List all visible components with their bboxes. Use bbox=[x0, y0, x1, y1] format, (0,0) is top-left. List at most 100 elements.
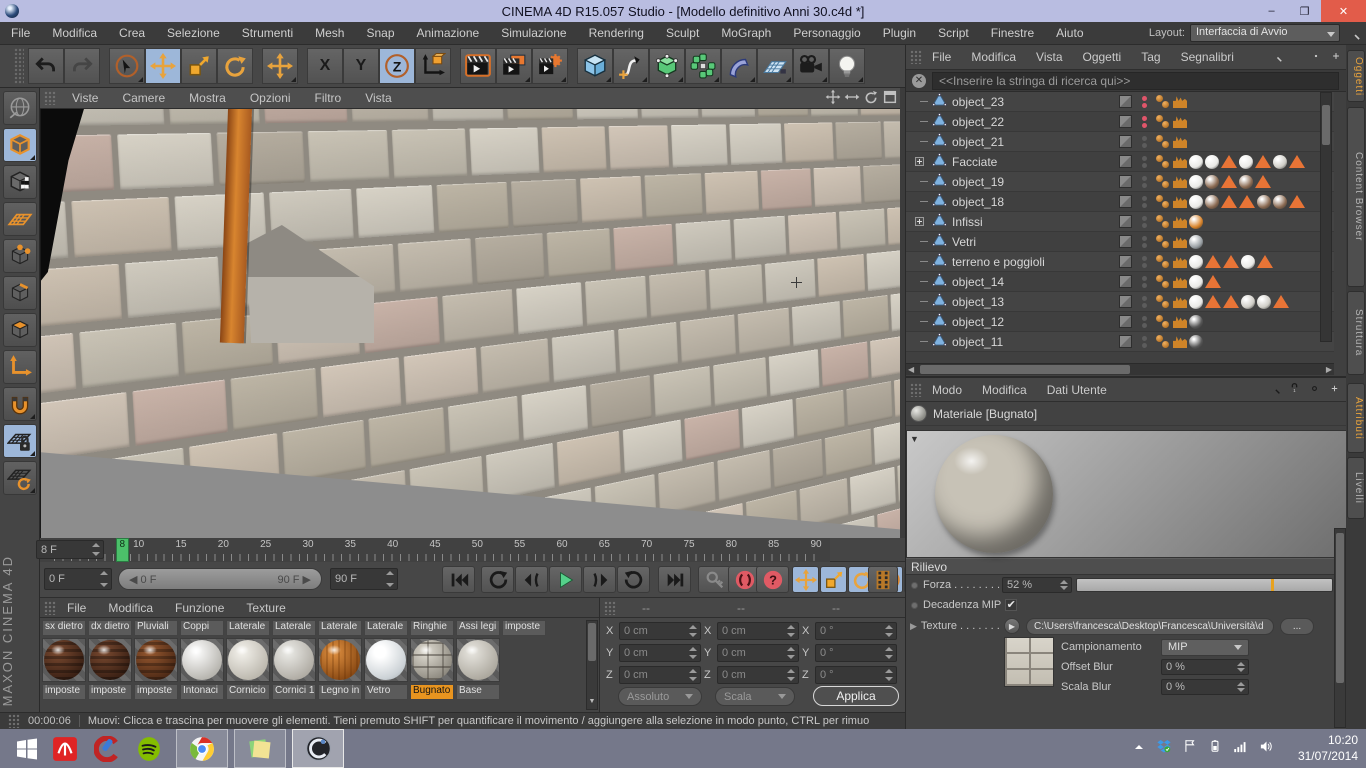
add-spline-button[interactable] bbox=[613, 48, 649, 84]
selection-tag-icon[interactable] bbox=[1221, 195, 1237, 208]
visibility-dots-icon[interactable] bbox=[1142, 116, 1147, 128]
campionamento-dropdown[interactable]: MIP bbox=[1161, 639, 1249, 656]
model-mode-button[interactable] bbox=[3, 128, 37, 162]
play-backwards-button[interactable] bbox=[481, 566, 514, 593]
expand-triangle-icon[interactable]: ▶ bbox=[910, 621, 917, 632]
search-icon[interactable]: circle cx="10" cy="10" r="6" fill="none"… bbox=[1346, 26, 1361, 46]
taskbar-cinema4d-button[interactable] bbox=[292, 729, 344, 768]
object-menu-oggetti[interactable]: Oggetti bbox=[1073, 50, 1132, 64]
preview-range-slider[interactable]: ◀ 0 F90 F ▶ bbox=[118, 568, 322, 590]
scala-blur-field[interactable]: 0 % bbox=[1161, 679, 1249, 695]
menu-simulazione[interactable]: Simulazione bbox=[490, 22, 577, 45]
visibility-dots-icon[interactable] bbox=[1142, 156, 1147, 168]
rotate-button[interactable] bbox=[217, 48, 253, 84]
object-row[interactable]: object_21 bbox=[906, 132, 1334, 152]
scale-button[interactable] bbox=[181, 48, 217, 84]
uvw-tag-icon[interactable] bbox=[1173, 315, 1187, 328]
viewport-menu-viste[interactable]: Viste bbox=[60, 91, 110, 105]
uvw-tag-icon[interactable] bbox=[1173, 335, 1187, 348]
selection-tag-icon[interactable] bbox=[1205, 295, 1221, 308]
add-panel-icon[interactable]: rect x="3" y="3" width="18" height="18" … bbox=[1328, 382, 1341, 400]
selection-tag-icon[interactable] bbox=[1257, 255, 1273, 268]
forza-field[interactable]: 52 % bbox=[1002, 577, 1072, 593]
uvw-tag-icon[interactable] bbox=[1173, 295, 1187, 308]
selection-tag-icon[interactable] bbox=[1239, 195, 1255, 208]
texture-path-field[interactable]: C:\Users\francesca\Desktop\Francesca\Uni… bbox=[1026, 618, 1274, 635]
close-button[interactable]: ✕ bbox=[1321, 0, 1366, 22]
object-row[interactable]: object_14 bbox=[906, 272, 1334, 292]
toolbar-grip[interactable] bbox=[14, 48, 24, 84]
layer-box-icon[interactable] bbox=[1119, 95, 1132, 108]
layer-box-icon[interactable] bbox=[1119, 175, 1132, 188]
taskbar-chrome-button[interactable] bbox=[176, 729, 228, 768]
scale-y-field[interactable]: 0 cm bbox=[717, 644, 799, 662]
layer-box-icon[interactable] bbox=[1119, 235, 1132, 248]
phong-tag-icon[interactable] bbox=[1156, 95, 1171, 109]
viewport-menu-mostra[interactable]: Mostra bbox=[177, 91, 238, 105]
align-workplane-button[interactable] bbox=[3, 461, 37, 495]
viewport-menu-vista[interactable]: Vista bbox=[353, 91, 403, 105]
menu-crea[interactable]: Crea bbox=[108, 22, 156, 45]
object-menu-segnalibri[interactable]: Segnalibri bbox=[1171, 50, 1244, 64]
phong-tag-icon[interactable] bbox=[1156, 335, 1171, 349]
spinner-arrows-icon[interactable] bbox=[885, 625, 893, 637]
selection-tag-icon[interactable] bbox=[1289, 155, 1305, 168]
layout-dropdown[interactable]: Interfaccia di Avvio bbox=[1190, 24, 1340, 42]
home-icon[interactable]: path d="M12 3L3 11h3v9h12v-9h3z" fill="n… bbox=[1289, 49, 1303, 68]
phong-tag-icon[interactable] bbox=[1156, 235, 1171, 249]
menu-file[interactable]: File bbox=[0, 22, 41, 45]
current-frame-field[interactable]: 8 F bbox=[36, 540, 104, 559]
add-generator-button[interactable] bbox=[649, 48, 685, 84]
toggle-view-icon[interactable] bbox=[882, 89, 898, 105]
position-x-field[interactable]: 0 cm bbox=[619, 622, 701, 640]
spinner-arrows-icon[interactable] bbox=[1060, 580, 1068, 590]
menu-modifica[interactable]: Modifica bbox=[41, 22, 108, 45]
live-selection-button[interactable] bbox=[109, 48, 145, 84]
selection-tag-icon[interactable] bbox=[1221, 155, 1237, 168]
rotation-z-field[interactable]: 0 ° bbox=[815, 666, 897, 684]
layer-box-icon[interactable] bbox=[1119, 315, 1132, 328]
menu-snap[interactable]: Snap bbox=[355, 22, 405, 45]
dropbox-icon[interactable] bbox=[1156, 738, 1172, 759]
material-tag-icon[interactable] bbox=[1257, 295, 1271, 309]
uvw-tag-icon[interactable] bbox=[1173, 195, 1187, 208]
target-icon[interactable]: circle cx="12" cy="12" r="8.5" fill="non… bbox=[1308, 382, 1321, 400]
layer-box-icon[interactable] bbox=[1119, 135, 1132, 148]
polygons-mode-button[interactable] bbox=[3, 313, 37, 347]
material-name-label[interactable]: Legno in bbox=[318, 684, 362, 700]
collapse-triangle-icon[interactable]: ▼ bbox=[910, 434, 919, 444]
visibility-dots-icon[interactable] bbox=[1142, 216, 1147, 228]
material-tag-icon[interactable] bbox=[1189, 335, 1203, 349]
layer-box-icon[interactable] bbox=[1119, 255, 1132, 268]
spinner-arrows-icon[interactable] bbox=[787, 647, 795, 659]
layer-box-icon[interactable] bbox=[1119, 335, 1132, 348]
menu-rendering[interactable]: Rendering bbox=[578, 22, 655, 45]
material-tag-icon[interactable] bbox=[1239, 175, 1253, 189]
expand-plus-icon[interactable] bbox=[915, 217, 924, 226]
add-light-button[interactable] bbox=[829, 48, 865, 84]
minimize-button[interactable]: – bbox=[1255, 0, 1288, 22]
object-axis-mode-button[interactable] bbox=[3, 350, 37, 384]
menu-script[interactable]: Script bbox=[927, 22, 980, 45]
material-tag-icon[interactable] bbox=[1189, 255, 1203, 269]
material-tag-icon[interactable] bbox=[1273, 155, 1287, 169]
scale-z-field[interactable]: 0 cm bbox=[717, 666, 799, 684]
material-name-label[interactable]: Laterale bbox=[364, 620, 408, 636]
restore-button[interactable]: ❐ bbox=[1288, 0, 1321, 22]
attribute-scrollbar[interactable] bbox=[1334, 528, 1346, 728]
phong-tag-icon[interactable] bbox=[1156, 275, 1171, 289]
material-name-label-selected[interactable]: Bugnato bbox=[410, 684, 454, 700]
key-position-button[interactable] bbox=[792, 566, 819, 593]
material-name-label[interactable]: Base bbox=[456, 684, 500, 700]
phong-tag-icon[interactable] bbox=[1156, 295, 1171, 309]
material-tag-icon[interactable] bbox=[1205, 175, 1219, 189]
dock-tab-livelli[interactable]: Livelli bbox=[1347, 457, 1365, 519]
spinner-arrows-icon[interactable] bbox=[885, 669, 893, 681]
lock-y-axis-button[interactable]: Y bbox=[343, 48, 379, 84]
rotation-x-field[interactable]: 0 ° bbox=[815, 622, 897, 640]
redo-button[interactable] bbox=[64, 48, 100, 84]
object-scrollbar[interactable] bbox=[1320, 92, 1332, 342]
material-menu-funzione[interactable]: Funzione bbox=[164, 601, 235, 615]
object-row[interactable]: Vetri bbox=[906, 232, 1334, 252]
decadenza-checkbox[interactable]: ✔ bbox=[1005, 599, 1017, 611]
